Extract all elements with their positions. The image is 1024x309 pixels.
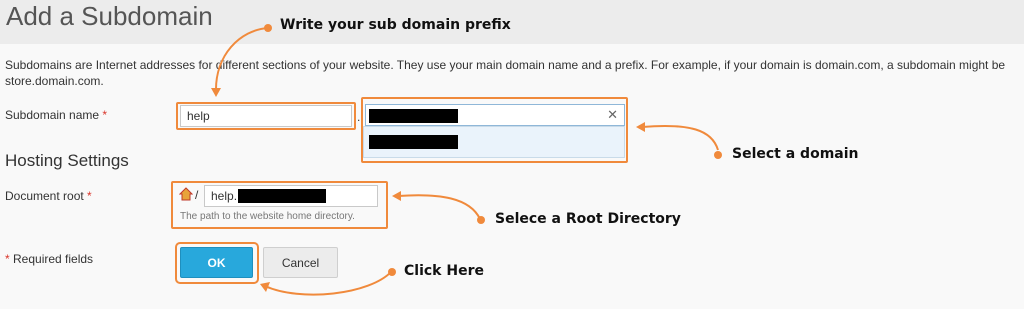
prefix-arrow xyxy=(214,27,269,93)
annotation-click: Click Here xyxy=(404,263,484,279)
annotation-prefix: Write your sub domain prefix xyxy=(280,17,511,33)
domain-arrow xyxy=(641,124,719,151)
prefix-dot xyxy=(264,24,272,32)
prefix-arrowhead xyxy=(211,88,221,97)
annotation-root: Selece a Root Directory xyxy=(495,211,681,227)
root-dot xyxy=(477,216,485,224)
annotation-arrows xyxy=(211,27,719,296)
root-arrow xyxy=(397,194,481,220)
root-arrowhead xyxy=(392,191,401,201)
click-arrow xyxy=(264,270,393,296)
domain-dot xyxy=(714,151,722,159)
domain-arrowhead xyxy=(636,122,645,132)
click-dot xyxy=(388,268,396,276)
annotation-domain: Select a domain xyxy=(732,146,859,162)
